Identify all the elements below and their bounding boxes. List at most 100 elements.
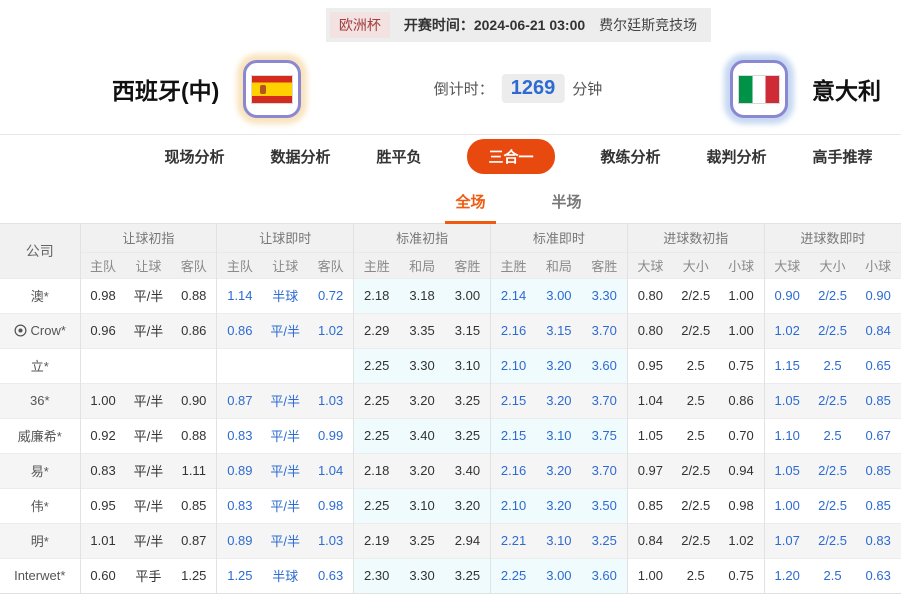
sub-header: 主胜 <box>490 252 536 278</box>
odds-cell: 3.40 <box>445 453 491 488</box>
odds-cell: 2.5 <box>810 348 856 383</box>
bookmaker-name[interactable]: Interwet* <box>0 558 80 593</box>
odds-cell: 3.25 <box>445 418 491 453</box>
odds-cell: 1.00 <box>719 313 765 348</box>
period-subtabs: 全场 半场 <box>0 178 901 224</box>
odds-cell: 2.18 <box>354 278 400 313</box>
odds-cell: 2.5 <box>673 418 719 453</box>
odds-cell: 2/2.5 <box>810 523 856 558</box>
odds-cell: 1.01 <box>80 523 126 558</box>
league-badge[interactable]: 欧洲杯 <box>330 12 390 38</box>
bookmaker-name[interactable]: 澳* <box>0 278 80 313</box>
odds-cell: 0.86 <box>217 313 263 348</box>
odds-cell: 0.80 <box>627 278 673 313</box>
subtab-full-match[interactable]: 全场 <box>445 178 495 223</box>
odds-cell: 3.00 <box>445 278 491 313</box>
odds-cell: 0.80 <box>627 313 673 348</box>
odds-cell: 2.14 <box>490 278 536 313</box>
odds-cell: 0.85 <box>627 488 673 523</box>
odds-cell: 2/2.5 <box>673 488 719 523</box>
odds-cell: 2.15 <box>490 383 536 418</box>
bookmaker-name[interactable]: 36* <box>0 383 80 418</box>
bookmaker-name[interactable]: 立* <box>0 348 80 383</box>
odds-cell: 0.92 <box>80 418 126 453</box>
odds-cell: 3.40 <box>399 418 445 453</box>
sub-header: 让球 <box>126 252 172 278</box>
sub-header: 大小 <box>810 252 856 278</box>
sub-header: 小球 <box>855 252 901 278</box>
odds-cell: 3.35 <box>399 313 445 348</box>
group-header-5: 进球数即时 <box>764 224 901 252</box>
countdown-unit: 分钟 <box>572 78 602 99</box>
company-column-header: 公司 <box>0 224 80 278</box>
odds-cell: 2.15 <box>490 418 536 453</box>
odds-cell: 0.96 <box>80 313 126 348</box>
sub-header: 和局 <box>399 252 445 278</box>
odds-cell: 0.83 <box>80 453 126 488</box>
italy-flag-icon <box>730 60 788 118</box>
odds-cell <box>171 348 217 383</box>
odds-cell: 3.70 <box>582 383 628 418</box>
odds-cell <box>262 348 308 383</box>
odds-cell: 3.15 <box>536 313 582 348</box>
countdown: 倒计时： 1269 分钟 <box>434 74 603 103</box>
odds-cell: 1.04 <box>308 453 354 488</box>
odds-cell: 平/半 <box>262 313 308 348</box>
odds-cell: 0.67 <box>855 418 901 453</box>
group-header-0: 让球初指 <box>80 224 217 252</box>
odds-cell: 2.16 <box>490 453 536 488</box>
odds-cell: 0.84 <box>627 523 673 558</box>
odds-cell: 2.19 <box>354 523 400 558</box>
odds-cell: 平/半 <box>262 523 308 558</box>
tab-expert-picks[interactable]: 高手推荐 <box>813 146 873 167</box>
odds-cell: 平/半 <box>262 488 308 523</box>
group-header-2: 标准初指 <box>354 224 491 252</box>
venue-name: 费尔廷斯竞技场 <box>599 15 697 35</box>
odds-cell: 3.25 <box>582 523 628 558</box>
odds-cell: 0.75 <box>719 348 765 383</box>
odds-cell: 3.10 <box>536 418 582 453</box>
odds-cell: 0.85 <box>855 453 901 488</box>
odds-cell: 3.20 <box>536 453 582 488</box>
tab-win-draw-loss[interactable]: 胜平负 <box>376 146 421 167</box>
odds-cell: 0.89 <box>217 523 263 558</box>
kickoff-time: 开赛时间：2024-06-21 03:00 <box>404 15 585 35</box>
soccer-ball-icon <box>14 324 27 337</box>
bookmaker-name[interactable]: 明* <box>0 523 80 558</box>
tab-three-in-one[interactable]: 三合一 <box>467 139 554 174</box>
odds-cell: 3.30 <box>399 558 445 593</box>
odds-cell: 0.83 <box>217 488 263 523</box>
odds-cell: 2.10 <box>490 348 536 383</box>
tab-live-analysis[interactable]: 现场分析 <box>164 146 224 167</box>
odds-cell: 2.5 <box>673 348 719 383</box>
subtab-half-match[interactable]: 半场 <box>542 178 592 223</box>
odds-cell: 1.02 <box>719 523 765 558</box>
odds-cell: 3.00 <box>536 278 582 313</box>
odds-cell: 3.25 <box>399 523 445 558</box>
odds-cell: 0.88 <box>171 278 217 313</box>
odds-cell: 3.20 <box>536 348 582 383</box>
sub-header: 大球 <box>627 252 673 278</box>
odds-cell: 2/2.5 <box>673 523 719 558</box>
odds-cell: 3.60 <box>582 348 628 383</box>
odds-cell: 2/2.5 <box>810 453 856 488</box>
tab-referee-analysis[interactable]: 裁判分析 <box>707 146 767 167</box>
odds-cell: 0.97 <box>627 453 673 488</box>
odds-cell <box>80 348 126 383</box>
sub-header: 和局 <box>536 252 582 278</box>
bookmaker-name[interactable]: 威廉希* <box>0 418 80 453</box>
tab-data-analysis[interactable]: 数据分析 <box>270 146 330 167</box>
odds-cell: 3.30 <box>399 348 445 383</box>
odds-cell: 2.5 <box>673 383 719 418</box>
odds-cell: 2.10 <box>490 488 536 523</box>
bookmaker-name[interactable]: 易* <box>0 453 80 488</box>
odds-cell <box>126 348 172 383</box>
odds-cell: 3.10 <box>399 488 445 523</box>
bookmaker-name[interactable]: Crow* <box>0 313 80 348</box>
odds-cell: 0.94 <box>719 453 765 488</box>
italy-flag <box>739 76 779 103</box>
bookmaker-name[interactable]: 伟* <box>0 488 80 523</box>
odds-cell: 0.75 <box>719 558 765 593</box>
tab-coach-analysis[interactable]: 教练分析 <box>601 146 661 167</box>
odds-cell: 半球 <box>262 558 308 593</box>
